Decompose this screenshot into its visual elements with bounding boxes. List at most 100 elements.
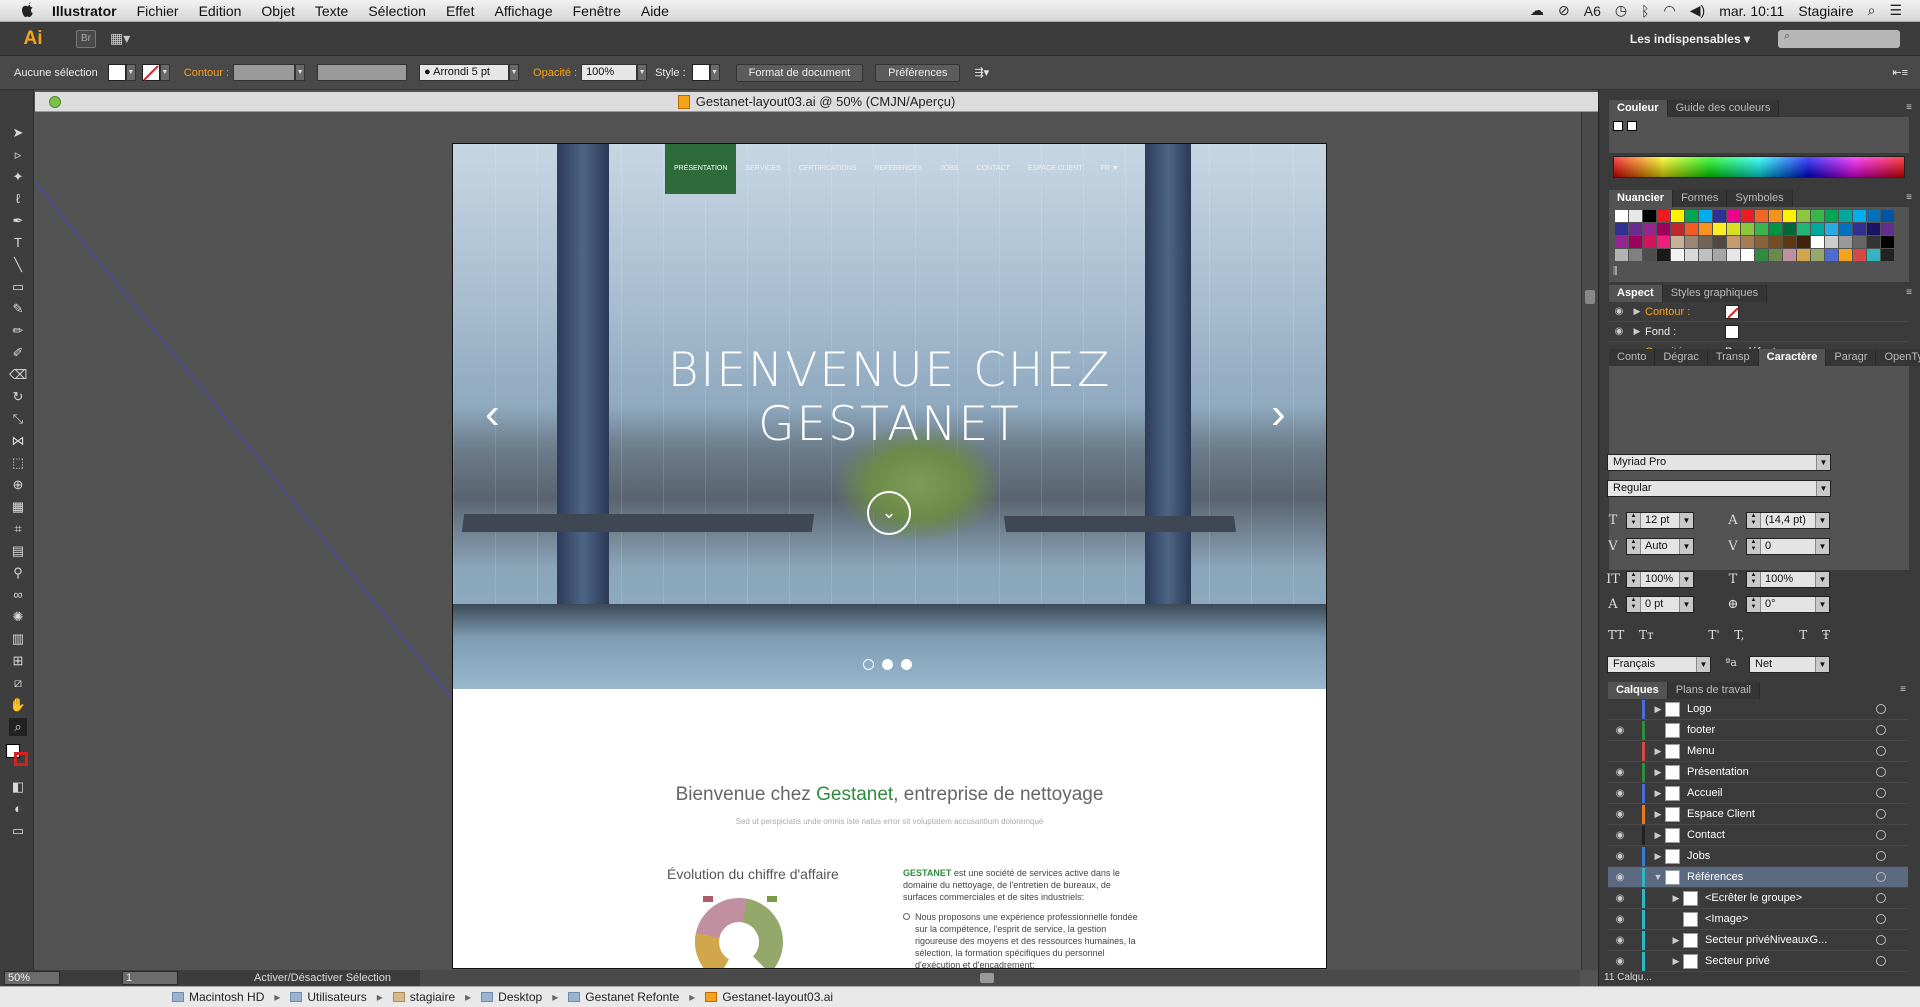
expand-layer-icon[interactable]: ▶ xyxy=(1651,704,1665,715)
swatch[interactable] xyxy=(1741,210,1754,222)
path-crumb[interactable]: Gestanet Refonte xyxy=(568,990,679,1004)
symbol-sprayer-icon[interactable]: ✺ xyxy=(9,608,27,626)
swatch[interactable] xyxy=(1839,223,1852,235)
blend-tool-icon[interactable]: ∞ xyxy=(9,586,27,604)
eye-icon[interactable]: ◉ xyxy=(1608,956,1632,967)
vertical-scrollbar[interactable] xyxy=(1581,112,1598,970)
vertical-scale-field[interactable]: ▲ ▼ 100% ▼ xyxy=(1626,571,1694,588)
gradient-tool-icon[interactable]: ▤ xyxy=(9,542,27,560)
small-caps-icon[interactable]: Tт xyxy=(1639,628,1654,642)
screen-mode-icon[interactable]: ▭ xyxy=(9,822,27,840)
swatch[interactable] xyxy=(1657,249,1670,261)
eye-icon[interactable]: ◉ xyxy=(1608,893,1632,904)
color-fill-icon[interactable] xyxy=(1613,121,1623,131)
carousel-dot-active[interactable] xyxy=(882,659,893,670)
swatch[interactable] xyxy=(1685,236,1698,248)
path-crumb[interactable]: Gestanet-layout03.ai xyxy=(705,990,833,1004)
swatch[interactable] xyxy=(1713,249,1726,261)
nav-jobs[interactable]: JOBS xyxy=(931,144,967,194)
swatch[interactable] xyxy=(1867,249,1880,261)
line-tool-icon[interactable]: ╲ xyxy=(9,256,27,274)
layer-target-icon[interactable] xyxy=(1876,725,1886,735)
style-swatch[interactable] xyxy=(691,64,710,81)
adobe-badge[interactable]: A6 xyxy=(1584,3,1601,19)
rectangle-tool-icon[interactable]: ▭ xyxy=(9,278,27,296)
layer-row[interactable]: ◉ ▼ Références xyxy=(1608,867,1908,888)
tab-plans-de-travail[interactable]: Plans de travail xyxy=(1667,682,1761,699)
preferences-button[interactable]: Préférences xyxy=(875,63,961,82)
layer-row[interactable]: ▶ Logo xyxy=(1608,699,1908,720)
stepper-icon[interactable]: ▲ ▼ xyxy=(1747,513,1761,528)
expand-layer-icon[interactable]: ▶ xyxy=(1651,767,1665,778)
variable-width-field[interactable] xyxy=(317,64,408,81)
swatch[interactable] xyxy=(1839,210,1852,222)
swatch[interactable] xyxy=(1853,236,1866,248)
pen-tool-icon[interactable]: ✒ xyxy=(9,212,27,230)
layer-target-icon[interactable] xyxy=(1876,830,1886,840)
fill-stroke-swatches[interactable] xyxy=(4,742,30,770)
eyedropper-icon[interactable]: ⚲ xyxy=(9,564,27,582)
layer-row[interactable]: ◉ ▶ Accueil xyxy=(1608,783,1908,804)
swatch[interactable] xyxy=(1643,210,1656,222)
tab-degrade[interactable]: Dégrac xyxy=(1655,349,1708,366)
opacity-dropdown[interactable]: ▼ xyxy=(637,64,648,81)
language-select[interactable]: Français ▼ xyxy=(1607,656,1711,673)
swatch-library-icon[interactable]: ⫼ xyxy=(1613,266,1618,277)
stepper-icon[interactable]: ▲ ▼ xyxy=(1627,572,1641,587)
swatch[interactable] xyxy=(1671,249,1684,261)
tab-paragraphe[interactable]: Paragr xyxy=(1826,349,1877,366)
status-text[interactable]: Activer/Désactiver Sélection xyxy=(254,972,391,984)
swatch[interactable] xyxy=(1713,236,1726,248)
lasso-icon[interactable]: ℓ xyxy=(9,190,27,208)
aspect-contour-swatch[interactable] xyxy=(1725,304,1739,319)
stepper-icon[interactable]: ▲ ▼ xyxy=(1747,539,1761,554)
swatch[interactable] xyxy=(1727,210,1740,222)
rotation-field[interactable]: ▲ ▼ 0° ▼ xyxy=(1746,596,1830,613)
perspective-grid-icon[interactable]: ▦ xyxy=(9,498,27,516)
layer-target-icon[interactable] xyxy=(1876,893,1886,903)
shape-builder-icon[interactable]: ⊕ xyxy=(9,476,27,494)
time-machine-icon[interactable]: ◷ xyxy=(1615,2,1627,19)
swatch[interactable] xyxy=(1741,236,1754,248)
chevron-down-icon[interactable]: ▼ xyxy=(1679,572,1693,587)
baseline-field[interactable]: ▲ ▼ 0 pt ▼ xyxy=(1626,596,1694,613)
menu-edition[interactable]: Edition xyxy=(199,3,242,19)
horizontal-scrollbar[interactable] xyxy=(420,970,1580,986)
menu-objet[interactable]: Objet xyxy=(261,3,294,19)
layer-target-icon[interactable] xyxy=(1876,788,1886,798)
width-tool-icon[interactable]: ⋈ xyxy=(9,432,27,450)
swatch[interactable] xyxy=(1629,210,1642,222)
aspect-row-contour[interactable]: ◉ ▶ Contour : xyxy=(1609,302,1909,322)
swatch-grid[interactable] xyxy=(1615,210,1905,261)
nav-presentation[interactable]: PRÉSENTATION xyxy=(665,144,737,194)
eye-icon[interactable]: ◉ xyxy=(1609,326,1629,337)
swatch[interactable] xyxy=(1629,249,1642,261)
eye-icon[interactable]: ◉ xyxy=(1608,725,1632,736)
swatch[interactable] xyxy=(1881,249,1894,261)
nav-contact[interactable]: CONTACT xyxy=(968,144,1019,194)
creative-cloud-icon[interactable]: ☁ xyxy=(1530,2,1544,19)
path-crumb[interactable]: stagiaire xyxy=(392,990,455,1004)
color-spectrum[interactable] xyxy=(1613,156,1905,178)
spotlight-icon[interactable]: ⌕ xyxy=(1868,2,1876,19)
layer-target-icon[interactable] xyxy=(1876,956,1886,966)
nav-references[interactable]: REFERENCES xyxy=(865,144,931,194)
tab-aspect[interactable]: Aspect xyxy=(1609,285,1663,302)
search-input[interactable]: ⌕ xyxy=(1778,29,1900,48)
fill-swatch[interactable] xyxy=(107,64,126,81)
swatch[interactable] xyxy=(1699,223,1712,235)
workspace-switcher[interactable]: Les indispensables ▾ xyxy=(1630,32,1750,46)
swatch[interactable] xyxy=(1769,236,1782,248)
strikethrough-icon[interactable]: Ŧ xyxy=(1822,628,1830,642)
swatch[interactable] xyxy=(1755,249,1768,261)
leading-field[interactable]: ▲ ▼ (14,4 pt) ▼ xyxy=(1746,512,1830,529)
artboard-navigation[interactable]: 1 xyxy=(122,971,178,985)
type-tool-icon[interactable]: T xyxy=(9,234,27,252)
swatch[interactable] xyxy=(1699,210,1712,222)
swatch[interactable] xyxy=(1671,236,1684,248)
swatch[interactable] xyxy=(1769,249,1782,261)
swatch[interactable] xyxy=(1853,249,1866,261)
eye-icon[interactable]: ◉ xyxy=(1608,809,1632,820)
eye-icon[interactable]: ◉ xyxy=(1608,788,1632,799)
subscript-icon[interactable]: T, xyxy=(1734,628,1744,642)
